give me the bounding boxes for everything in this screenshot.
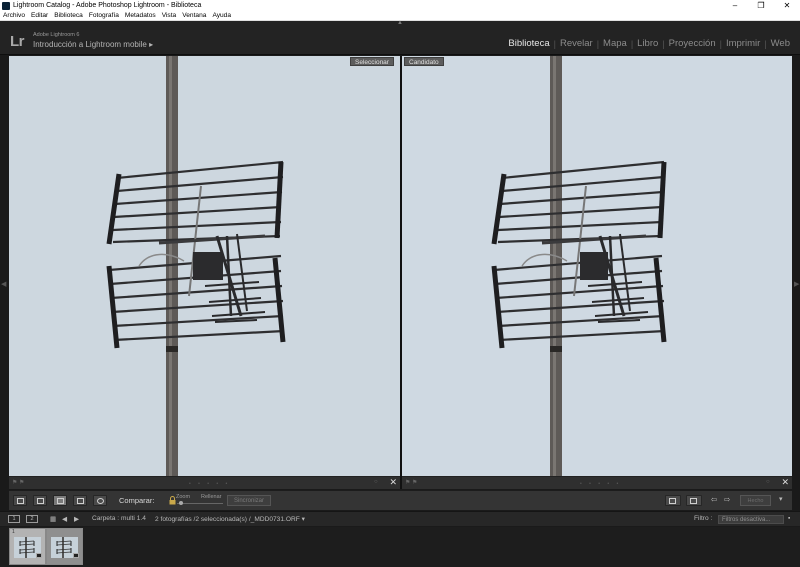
done-button[interactable]: Hecho (740, 495, 771, 506)
compare-label: Comparar: (119, 496, 155, 505)
window-title: Lightroom Catalog - Adobe Photoshop Ligh… (13, 2, 202, 9)
toolbar-options-chevron-icon[interactable]: ▾ (779, 495, 783, 503)
close-select-icon[interactable]: ✕ (389, 477, 397, 488)
close-candidate-icon[interactable]: ✕ (781, 477, 789, 488)
filmstrip-thumbnail-1[interactable]: 1 (9, 528, 46, 565)
select-label: Seleccionar (350, 57, 394, 66)
module-proyeccion[interactable]: Proyección (665, 38, 720, 49)
candidate-photo-view[interactable] (402, 56, 792, 476)
fill-label: Rellenar (201, 494, 222, 500)
collapse-left-panel-arrow-icon[interactable]: ◀ (1, 280, 7, 288)
color-label-icon[interactable]: ○ (766, 479, 770, 485)
lock-icon[interactable] (169, 496, 176, 505)
module-libro[interactable]: Libro (633, 38, 662, 49)
edit-badge-icon (73, 553, 79, 558)
zoom-label: Zoom (176, 494, 191, 500)
people-view-button[interactable] (93, 495, 107, 506)
photo-count[interactable]: 2 fotografías /2 seleccionada(s) /_MDD07… (155, 515, 305, 523)
make-select-button[interactable] (686, 495, 702, 506)
menu-ayuda[interactable]: Ayuda (212, 12, 231, 19)
select-photo-view[interactable] (9, 56, 400, 476)
zoom-slider-track[interactable] (177, 503, 223, 504)
back-arrow-icon[interactable]: ◀ (62, 515, 67, 523)
menu-fotografia[interactable]: Fotografía (89, 12, 119, 19)
grid-view-button[interactable] (13, 495, 27, 506)
menu-editar[interactable]: Editar (31, 12, 48, 19)
library-toolbar: Comparar: Zoom Rellenar Sincronizar ⇦ ⇨ … (9, 490, 792, 510)
maximize-button[interactable]: ❐ (748, 0, 774, 11)
filter-lock-icon[interactable]: ▪ (788, 515, 790, 522)
antenna-photo-select (9, 56, 400, 476)
loupe-view-button[interactable] (33, 495, 47, 506)
rating-stars[interactable]: • • • • • (189, 481, 230, 487)
survey-view-button[interactable] (73, 495, 87, 506)
window-titlebar: Lightroom Catalog - Adobe Photoshop Ligh… (0, 0, 800, 11)
menu-vista[interactable]: Vista (162, 12, 177, 19)
window-controls: – ❐ ✕ (722, 0, 800, 11)
filmstrip-header: 1 2 ▦ ◀ ▶ Carpeta : multi 1.4 2 fotograf… (0, 511, 800, 526)
filmstrip-thumbnail-2[interactable] (46, 528, 83, 565)
collapse-right-panel-arrow-icon[interactable]: ▶ (794, 280, 800, 288)
grid-icon[interactable]: ▦ (50, 515, 56, 523)
module-revelar[interactable]: Revelar (556, 38, 597, 49)
candidate-photo-bar: ⚑ ⚑ • • • • • ○ ✕ (402, 476, 792, 489)
module-picker: Biblioteca | Revelar | Mapa | Libro | Pr… (504, 38, 794, 49)
minimize-button[interactable]: – (722, 0, 748, 11)
flag-icon[interactable]: ⚑ ⚑ (12, 479, 24, 486)
compare-view-button[interactable] (53, 495, 67, 506)
thumbnail-index: 1 (12, 529, 15, 535)
menu-metadatos[interactable]: Metadatos (125, 12, 156, 19)
app-name: Adobe Lightroom 6 (33, 32, 80, 38)
menu-archivo[interactable]: Archivo (3, 12, 25, 19)
color-label-icon[interactable]: ○ (374, 479, 378, 485)
candidate-label: Candidato (404, 57, 444, 66)
collapse-top-panel-arrow-icon[interactable]: ▲ (396, 20, 404, 26)
flag-icon[interactable]: ⚑ ⚑ (405, 479, 417, 486)
filter-dropdown[interactable]: Filtros desactiva... (718, 515, 784, 524)
select-photo-bar: ⚑ ⚑ • • • • • ○ ✕ (9, 476, 400, 489)
close-window-button[interactable]: ✕ (774, 0, 800, 11)
filter-label: Filtro : (694, 515, 713, 522)
module-imprimir[interactable]: Imprimir (722, 38, 764, 49)
lightroom-logo: Lr (10, 33, 25, 50)
module-mapa[interactable]: Mapa (599, 38, 631, 49)
second-window-button[interactable]: 2 (26, 515, 38, 523)
module-web[interactable]: Web (767, 38, 794, 49)
antenna-photo-candidate (402, 56, 792, 476)
module-biblioteca[interactable]: Biblioteca (504, 38, 553, 49)
sync-button[interactable]: Sincronizar (227, 495, 271, 506)
catalog-name[interactable]: Introducción a Lightroom mobile ▸ (33, 40, 153, 49)
zoom-slider-handle[interactable] (179, 501, 183, 505)
edit-badge-icon (36, 553, 42, 558)
menu-biblioteca[interactable]: Biblioteca (54, 12, 83, 19)
folder-source[interactable]: Carpeta : multi 1.4 (92, 515, 146, 522)
previous-arrow-icon[interactable]: ⇦ (711, 495, 717, 504)
forward-arrow-icon[interactable]: ▶ (74, 515, 79, 523)
filmstrip (0, 527, 800, 567)
lightroom-app-icon (2, 1, 10, 10)
main-window-button[interactable]: 1 (8, 515, 20, 523)
next-arrow-icon[interactable]: ⇨ (724, 495, 730, 504)
swap-button[interactable] (665, 495, 681, 506)
menu-ventana[interactable]: Ventana (182, 12, 206, 19)
rating-stars[interactable]: • • • • • (580, 481, 621, 487)
